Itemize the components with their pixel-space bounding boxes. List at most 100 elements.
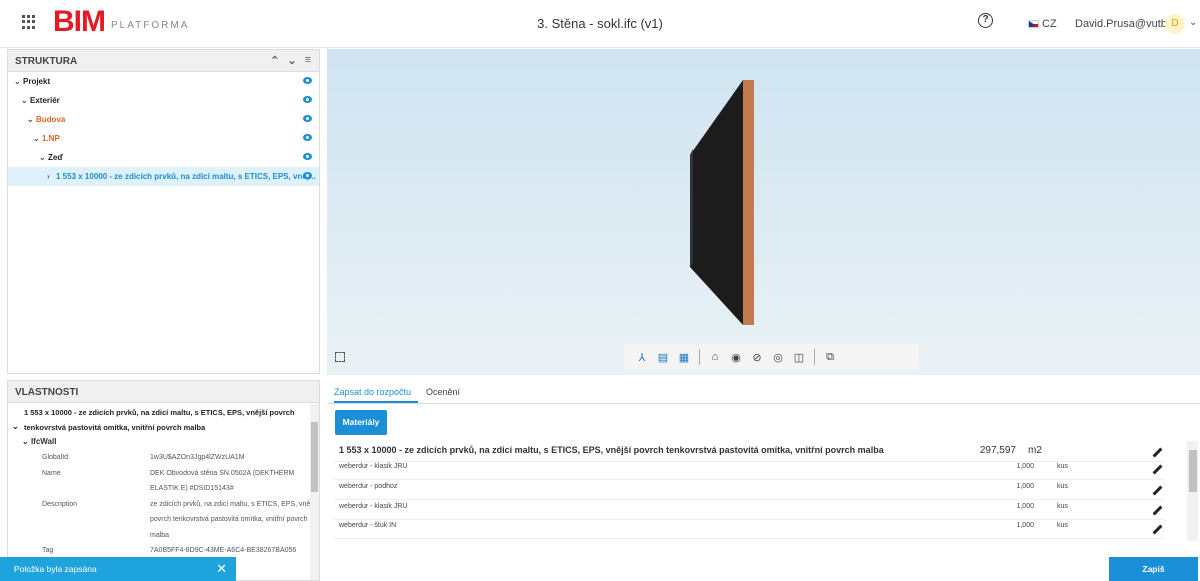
section-icon[interactable]: ◫ [793,351,805,364]
budget-main-row[interactable]: 1 553 x 10000 - ze zdicích prvků, na zdi… [334,445,1164,462]
item-qty: 1,000 [1016,483,1034,490]
visibility-eye-icon[interactable] [303,77,312,84]
isolate-icon[interactable]: ◎ [772,351,784,364]
item-unit: kus [1057,483,1068,490]
help-icon[interactable]: ? [978,13,993,28]
properties-panel: VLASTNOSTI ⌄ 1 553 x 10000 - ze zdicích … [7,380,320,581]
save-button[interactable]: Zapiš [1109,557,1198,581]
visibility-eye-icon[interactable] [303,96,312,103]
budget-tabs: Zapsat do rozpočtu Ocenění [327,382,1200,404]
item-qty: 1,000 [1016,503,1034,510]
item-qty: 297,597 [979,445,1016,456]
tab-pricing[interactable]: Ocenění [426,387,460,397]
tree-item-label: Budova [36,115,66,124]
budget-row[interactable]: weberdur - štuk IN 1,000 kus [334,521,1164,539]
tree-item-label: Zeď [48,153,64,162]
table-icon[interactable]: ▦ [678,351,690,364]
structure-title: STRUKTURA [15,56,78,67]
item-name: weberdur - klasik JRU [339,503,408,510]
chevron-down-icon[interactable]: ⌄ [1189,17,1197,28]
materials-button[interactable]: Materiály [335,410,387,435]
toolbar-divider [699,349,700,365]
budget-row[interactable]: weberdur - klasik JRU 1,000 kus [334,501,1164,520]
structure-header: STRUKTURA ⌃ ⌄ ≡ [8,50,319,72]
toast-notification: Položka byla zapsána ✕ [0,557,236,581]
toolbar-divider [814,349,815,365]
property-value: ze zdicích prvků, na zdicí maltu, s ETIC… [150,500,318,539]
chevron-down-icon[interactable]: ⌄ [39,153,48,162]
tree-item-label: Projekt [23,77,51,86]
edit-pencil-icon[interactable] [1152,505,1163,516]
tree-item-wall-element[interactable]: › 1 553 x 10000 - ze zdicích prvků, na z… [8,167,319,186]
close-icon[interactable]: ✕ [216,561,227,577]
tree-item-label: 1 553 x 10000 - ze zdicích prvků, na zdi… [56,172,316,181]
tree-item-exterier[interactable]: ⌄ Exteriér [8,91,319,110]
expand-all-icon[interactable]: ⌄ [287,54,296,67]
item-name: weberdur - podhoz [339,483,398,490]
edit-pencil-icon[interactable] [1152,524,1163,535]
item-unit: kus [1057,463,1068,470]
collapse-all-icon[interactable]: ⌃ [270,54,279,67]
scrollbar-thumb[interactable] [1189,450,1197,492]
budget-scrollbar[interactable] [1187,441,1198,541]
section-label: IfcWall [30,437,57,446]
item-unit: m2 [1028,445,1042,456]
property-value: 1w3U$AZOn3Jgp4lZWzUA1M [150,454,245,461]
top-bar: BIM PLATFORMA 3. Stěna - sokl.ifc (v1) ?… [0,0,1200,48]
item-unit: kus [1057,522,1068,529]
chevron-down-icon[interactable]: ⌄ [27,115,36,124]
list-icon[interactable]: ▤ [657,351,669,364]
item-name: weberdur - klasik JRU [339,463,408,470]
chevron-down-icon[interactable]: ⌄ [14,77,23,86]
home-icon[interactable]: ⌂ [709,351,721,363]
tree-item-projekt[interactable]: ⌄ Projekt [8,72,319,91]
edit-pencil-icon[interactable] [1152,485,1163,496]
item-qty: 1,000 [1016,463,1034,470]
compare-icon[interactable]: ⧉ [824,351,836,363]
document-title: 3. Stěna - sokl.ifc (v1) [537,16,663,31]
active-tab-indicator [334,401,418,403]
visibility-eye-icon[interactable] [303,115,312,122]
property-section-ifcwall[interactable]: ⌄ IfcWall [8,435,319,450]
element-title-text: 1 553 x 10000 - ze zdicích prvků, na zdi… [24,408,295,432]
tab-write-budget[interactable]: Zapsat do rozpočtu [334,387,411,397]
scrollbar-thumb[interactable] [311,422,318,492]
toast-text: Položka byla zapsána [14,564,97,574]
visibility-eye-icon[interactable] [303,153,312,160]
properties-title: VLASTNOSTI [15,387,79,398]
czech-flag-icon[interactable] [1028,20,1039,28]
edit-pencil-icon[interactable] [1152,447,1163,458]
element-title[interactable]: ⌄ 1 553 x 10000 - ze zdicích prvků, na z… [8,403,319,435]
chevron-down-icon[interactable]: ⌄ [33,134,42,143]
item-name: weberdur - štuk IN [339,522,397,529]
property-key: Description [42,500,78,508]
filter-icon[interactable]: ≡ [305,54,311,67]
tree-item-label: 1.NP [42,134,60,143]
wall-model[interactable] [327,49,1200,375]
tree-item-label: Exteriér [30,96,60,105]
language-selector[interactable]: CZ [1042,18,1057,30]
budget-row[interactable]: weberdur - podhoz 1,000 kus [334,481,1164,500]
item-name: 1 553 x 10000 - ze zdicích prvků, na zdi… [339,445,884,455]
axes-icon[interactable]: ⅄ [636,351,648,364]
visibility-eye-icon[interactable] [303,134,312,141]
budget-row[interactable]: weberdur - klasik JRU 1,000 kus [334,463,1164,480]
chevron-down-icon[interactable]: ⌄ [21,96,30,105]
model-viewer[interactable]: ⅄ ▤ ▦ ⌂ ◉ ⊘ ◎ ◫ ⧉ [327,49,1200,375]
chevron-down-icon[interactable]: ⌄ [12,419,19,434]
property-grid: GlobalId 1w3U$AZOn3Jgp4lZWzUA1M Name DEK… [8,450,319,559]
property-key: GlobalId [42,454,69,461]
avatar[interactable]: D [1165,14,1185,34]
visibility-eye-icon[interactable] [303,172,312,179]
tree-item-zed[interactable]: ⌄ Zeď [8,148,319,167]
tree-item-budova[interactable]: ⌄ Budova [8,110,319,129]
viewer-toolbar: ⅄ ▤ ▦ ⌂ ◉ ⊘ ◎ ◫ ⧉ [624,344,919,370]
edit-pencil-icon[interactable] [1152,464,1163,475]
property-key: Name [42,469,61,477]
properties-scrollbar[interactable] [310,404,319,580]
eye-icon[interactable]: ◉ [730,351,742,364]
fullscreen-icon[interactable] [335,352,345,362]
tree-item-1np[interactable]: ⌄ 1.NP [8,129,319,148]
chevron-right-icon[interactable]: › [47,172,56,181]
hide-icon[interactable]: ⊘ [751,351,763,364]
